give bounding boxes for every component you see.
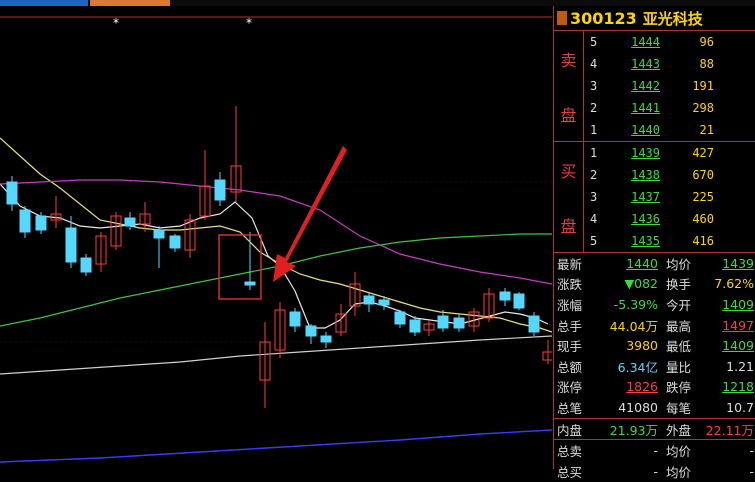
quote-stats: 最新 1440 均价 1439 涨跌 ▼082 换手 7.62% 涨幅 -5.39% 今开 140… [554, 253, 755, 482]
stat-row: 涨跌 ▼082 换手 7.62% [557, 276, 754, 293]
sell-row[interactable]: 4 1443 88 [554, 53, 755, 75]
annotation-arrow [273, 146, 347, 282]
chart-marker-2: * [246, 16, 252, 30]
ma-blue-line [0, 429, 552, 463]
chart-marker-1: * [113, 16, 119, 30]
stat-row: 现手 3980 最低 1409 [557, 338, 754, 355]
sell-row[interactable]: 1 1440 21 [554, 119, 755, 141]
buy-row[interactable]: 4 1436 460 [554, 208, 755, 230]
stat-row: 总卖 - 均价 - [554, 439, 755, 461]
candlestick-chart[interactable]: * * [0, 6, 552, 469]
stock-tag-icon [557, 11, 567, 25]
buy-row[interactable]: 2 1438 670 [554, 164, 755, 186]
stat-row: 内盘 21.93万 外盘 22.11万 [554, 417, 755, 440]
ma-yellow-line [0, 137, 552, 333]
buy-row[interactable]: 3 1437 225 [554, 186, 755, 208]
buy-order-book: 买盘 1 1439 427 2 1438 670 3 1437 225 4 1436 460 5… [554, 142, 755, 253]
sell-order-book: 卖盘 5 1444 96 4 1443 88 3 1442 191 2 1441 298 1 14… [554, 31, 755, 142]
stat-row: 涨停 1826 跌停 1218 [557, 379, 754, 396]
buy-row[interactable]: 1 1439 427 [554, 142, 755, 164]
stat-row: 最新 1440 均价 1439 [557, 255, 754, 272]
stat-row: 涨幅 -5.39% 今开 1409 [557, 296, 754, 313]
stat-row: 总笔 41080 每笔 10.7 [557, 399, 754, 416]
sell-row[interactable]: 5 1444 96 [554, 31, 755, 53]
sell-row[interactable]: 3 1442 191 [554, 75, 755, 97]
stat-row: 总手 44.04万 最高 1497 [557, 317, 754, 334]
buy-row[interactable]: 5 1435 416 [554, 230, 755, 252]
stock-code: 300123 [570, 8, 637, 28]
sell-row[interactable]: 2 1441 298 [554, 97, 755, 119]
stock-name: 亚光科技 [642, 9, 703, 28]
stat-row: 总买 - 均价 - [557, 463, 754, 480]
highlight-box [218, 234, 262, 300]
stat-row: 总额 6.34亿 量比 1.21 [557, 358, 754, 375]
stock-header[interactable]: 300123 亚光科技 [554, 6, 755, 31]
quote-panel: 300123 亚光科技 卖盘 5 1444 96 4 1443 88 3 1442 191 … [553, 6, 755, 480]
